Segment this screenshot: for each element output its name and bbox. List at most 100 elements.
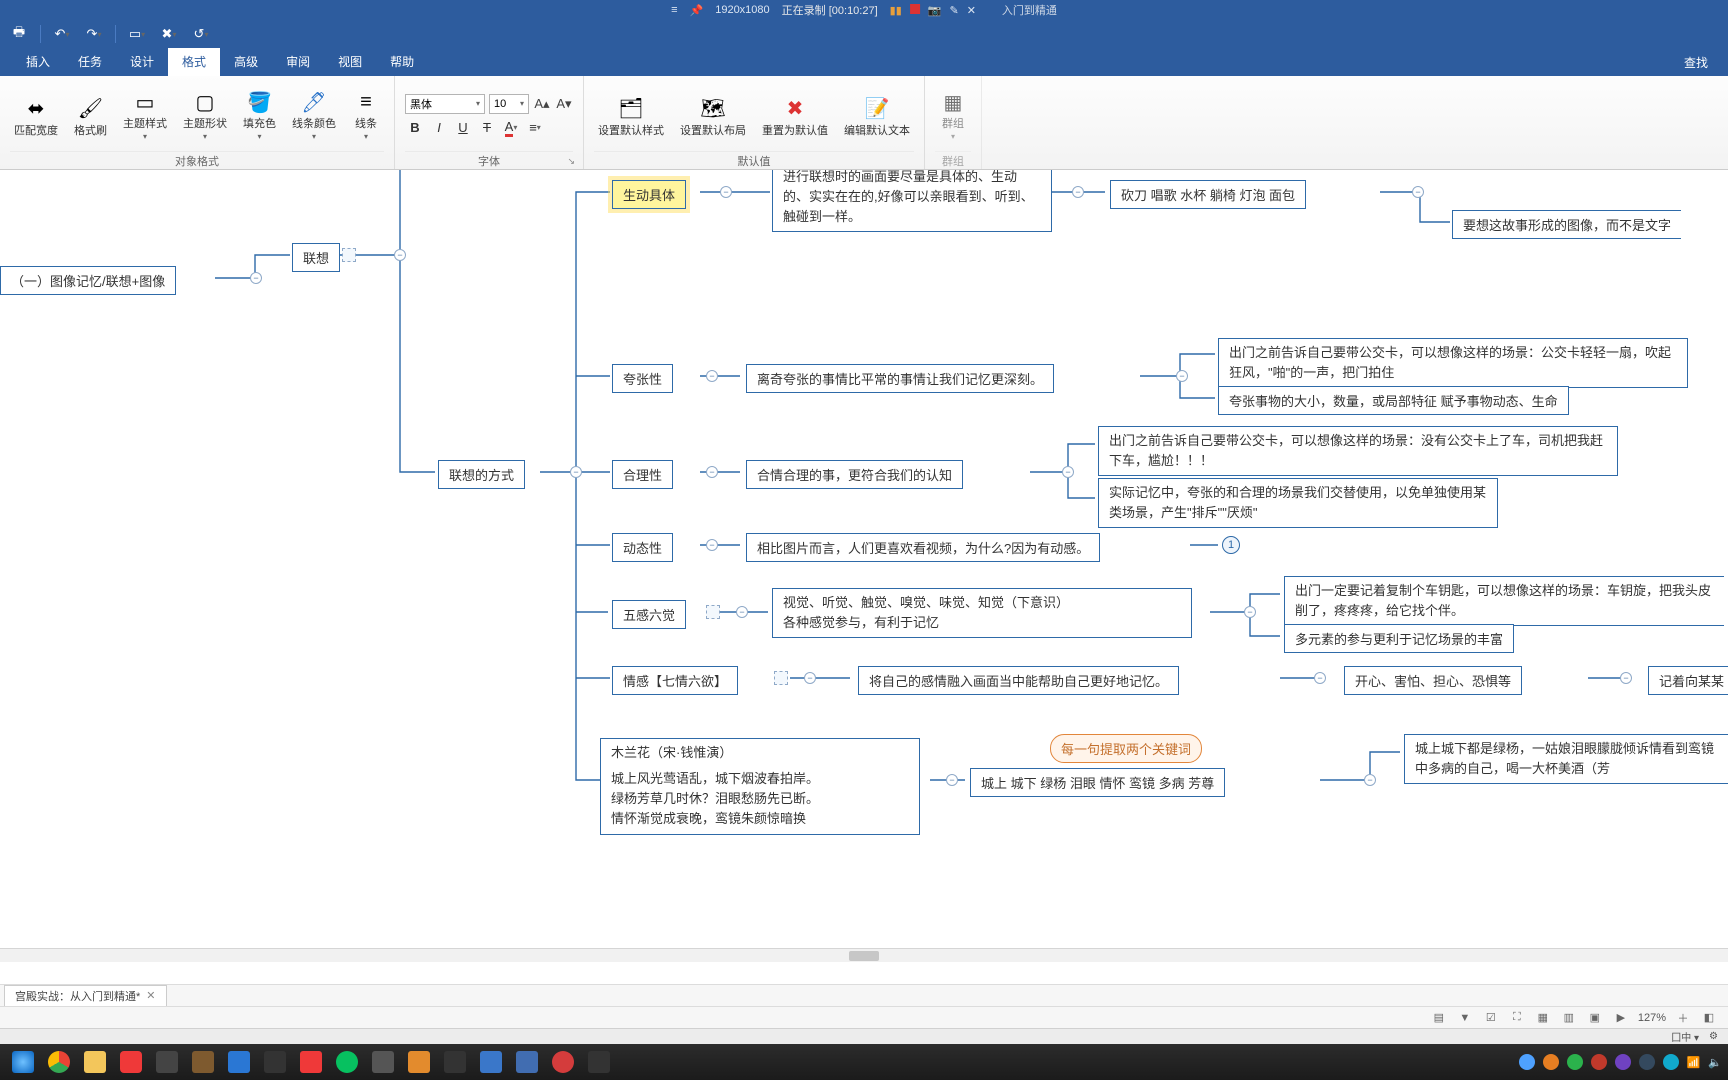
fill-color-button[interactable]: 🪣填充色▾ [239,86,280,145]
mindmap-canvas[interactable]: （一）图像记忆/联想+图像 联想 联想的方式 生动具体 进行联想时的画面要尽量是… [0,170,1728,1058]
filter-icon[interactable]: ▼ [1456,1010,1474,1026]
toggle[interactable] [570,466,582,478]
toggle[interactable] [804,672,816,684]
file-tab[interactable]: 宫殿实战：从入门到精通* ✕ [4,985,167,1007]
boundary-icon[interactable] [774,671,788,685]
tray-icon[interactable] [1615,1054,1631,1070]
toggle[interactable] [1314,672,1326,684]
start-button[interactable] [6,1047,40,1077]
taskbar-chrome-icon[interactable] [42,1047,76,1077]
node-poem-scene[interactable]: 城上城下都是绿杨，一姑娘泪眼朦胧倾诉情看到鸾镜中多病的自己，喝一大杯美酒（芳 [1404,734,1728,784]
topic-style-button[interactable]: ▭主题样式▾ [119,86,171,145]
taskbar-app6-icon[interactable] [402,1047,436,1077]
node-root[interactable]: （一）图像记忆/联想+图像 [0,266,176,295]
tab-view[interactable]: 视图 [324,48,376,76]
node-dynamic-detail[interactable]: 相比图片而言，人们更喜欢看视频，为什么?因为有动感。 [746,533,1100,562]
taskbar-xmind-icon[interactable] [438,1047,472,1077]
font-dialog-launcher-icon[interactable]: ↘ [567,156,575,167]
node-emotion-detail[interactable]: 将自己的感情融入画面当中能帮助自己更好地记忆。 [858,666,1179,695]
tray-logitech-icon[interactable] [1663,1054,1679,1070]
node-vivid-detail[interactable]: 进行联想时的画面要尽量是具体的、生动的、实实在在的,好像可以亲眼看到、听到、触碰… [772,170,1052,232]
pause-icon[interactable]: ▮▮ [890,4,902,17]
view-mode2-icon[interactable]: ▥ [1560,1010,1578,1026]
close-tab-icon[interactable]: ✕ [146,989,155,1002]
marker-icon[interactable]: ✖▾ [158,24,180,44]
edit-default-text-button[interactable]: 📝编辑默认文本 [840,93,914,139]
print-icon[interactable]: 🖶 [8,24,30,44]
font-color-button[interactable]: A▾ [501,118,521,138]
node-reasonable-scene[interactable]: 出门之前告诉自己要带公交卡，可以想像这样的场景：没有公交卡上了车，司机把我赶下车… [1098,426,1618,476]
match-width-button[interactable]: ⬌匹配宽度 [10,93,62,139]
toggle[interactable] [706,466,718,478]
taskbar-app5-icon[interactable] [294,1047,328,1077]
tray-icon[interactable] [1543,1054,1559,1070]
node-exaggerate-detail[interactable]: 离奇夸张的事情比平常的事情让我们记忆更深刻。 [746,364,1054,393]
topic-shape-button[interactable]: ▢主题形状▾ [179,86,231,145]
tab-review[interactable]: 审阅 [272,48,324,76]
tray-icon[interactable] [1519,1054,1535,1070]
pin-icon[interactable]: 📌 [690,4,704,17]
boundary-icon[interactable] [706,605,720,619]
tab-insert[interactable]: 插入 [12,48,64,76]
toggle[interactable] [250,272,262,284]
topic-icon[interactable]: ▭▾ [126,24,148,44]
node-emotion[interactable]: 情感【七情六欲】 [612,666,738,695]
node-senses-scene[interactable]: 出门一定要记着复制个车钥匙，可以想像这样的场景：车钥旋，把我头皮削了，疼疼疼，给… [1284,576,1724,626]
taskbar-app1-icon[interactable] [150,1047,184,1077]
tab-format[interactable]: 格式 [168,48,220,76]
node-senses-rich[interactable]: 多元素的参与更利于记忆场景的丰富 [1284,624,1514,653]
format-painter-button[interactable]: 🖌格式刷 [70,93,111,139]
horizontal-scrollbar[interactable] [0,948,1728,962]
redo-icon[interactable]: ↷▾ [83,24,105,44]
toggle[interactable] [1620,672,1632,684]
panel-toggle-icon[interactable]: ◧ [1700,1010,1718,1026]
toggle[interactable] [736,606,748,618]
set-default-style-button[interactable]: 🗂设置默认样式 [594,93,668,139]
taskbar-mindmanager-icon[interactable] [474,1047,508,1077]
task-icon[interactable]: ☑ [1482,1010,1500,1026]
taskbar-vivaldi-icon[interactable] [114,1047,148,1077]
boundary-icon[interactable] [342,248,356,262]
increase-font-button[interactable]: A▴ [533,95,551,113]
scrollbar-thumb[interactable] [849,951,879,961]
toggle[interactable] [394,249,406,261]
node-keyword-tag[interactable]: 每一句提取两个关键词 [1050,734,1202,763]
tray-network-icon[interactable]: 📶 [1687,1056,1701,1069]
tray-volume-icon[interactable]: 🔈 [1708,1056,1722,1069]
ime-settings-icon[interactable]: ⚙ [1709,1031,1718,1042]
node-reasonable-detail[interactable]: 合情合理的事，更符合我们的认知 [746,460,963,489]
decrease-font-button[interactable]: A▾ [555,95,573,113]
close-icon[interactable]: ✕ [967,4,976,17]
node-vivid-list[interactable]: 砍刀 唱歌 水杯 躺椅 灯泡 面包 [1110,180,1306,209]
zoom-fit-icon[interactable]: ⛶ [1508,1010,1526,1026]
node-emotion-list[interactable]: 开心、害怕、担心、恐惧等 [1344,666,1522,695]
underline-button[interactable]: U [453,118,473,138]
toggle[interactable] [1062,466,1074,478]
taskbar-folder-icon[interactable] [78,1047,112,1077]
node-senses-detail[interactable]: 视觉、听觉、触觉、嗅觉、味觉、知觉（下意识） 各种感觉参与，有利于记忆 [772,588,1192,638]
hamburger-icon[interactable]: ≡ [671,4,677,16]
view-outline-icon[interactable]: ▤ [1430,1010,1448,1026]
bold-button[interactable]: B [405,118,425,138]
taskbar-app2-icon[interactable] [186,1047,220,1077]
reset-default-button[interactable]: ✖重置为默认值 [758,93,832,139]
node-reasonable-alt[interactable]: 实际记忆中，夸张的和合理的场景我们交替使用，以免单独使用某类场景，产生"排斥""… [1098,478,1498,528]
taskbar-recorder-icon[interactable] [546,1047,580,1077]
node-vivid-selected[interactable]: 生动具体 [612,180,686,209]
toggle[interactable] [720,186,732,198]
tab-design[interactable]: 设计 [116,48,168,76]
node-vivid-story[interactable]: 要想这故事形成的图像，而不是文字 [1452,210,1681,239]
relationship-icon[interactable]: ↺▾ [190,24,212,44]
set-default-layout-button[interactable]: 🗺设置默认布局 [676,93,750,139]
italic-button[interactable]: I [429,118,449,138]
font-size-combo[interactable]: 10▾ [489,94,529,114]
node-count-badge[interactable]: 1 [1222,536,1240,554]
taskbar-search-icon[interactable] [366,1047,400,1077]
font-name-combo[interactable]: 黑体▾ [405,94,485,114]
toggle[interactable] [1072,186,1084,198]
toggle[interactable] [1412,186,1424,198]
find-button[interactable]: 查找 [1684,54,1728,71]
zoom-in-icon[interactable]: ＋ [1674,1010,1692,1026]
node-exaggerate-scene[interactable]: 出门之前告诉自己要带公交卡，可以想像这样的场景：公交卡轻轻一扇，吹起狂风，"啪"… [1218,338,1688,388]
tab-advanced[interactable]: 高级 [220,48,272,76]
